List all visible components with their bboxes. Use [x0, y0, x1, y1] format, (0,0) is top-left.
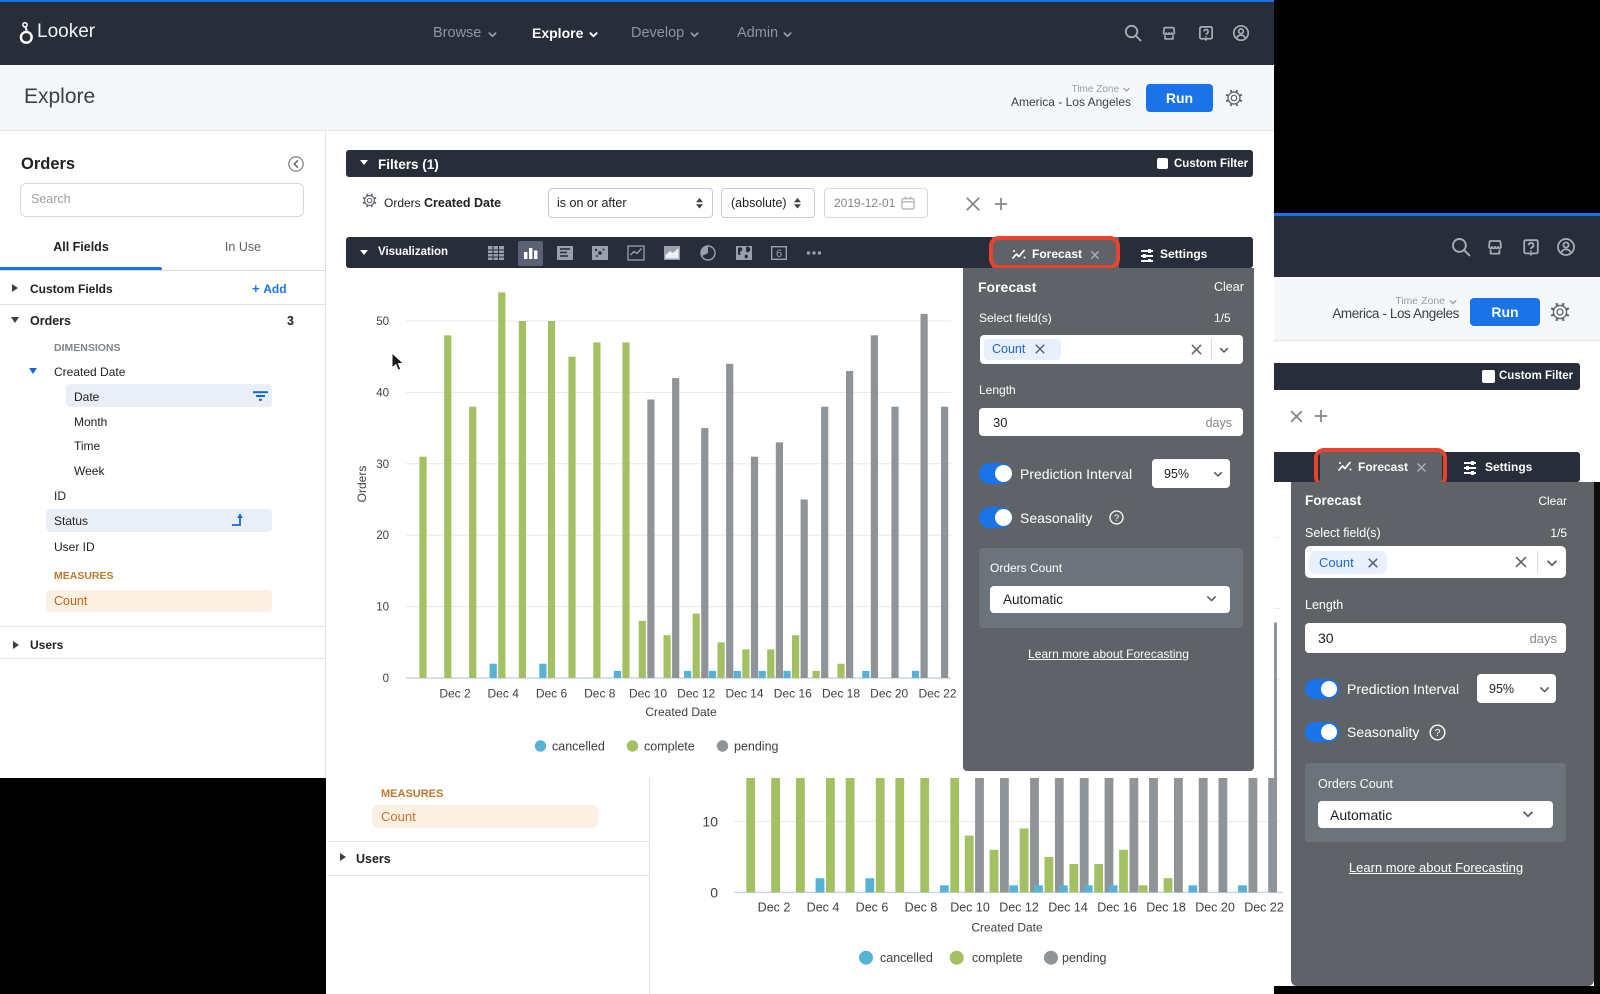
svg-text:Dec 14: Dec 14	[1048, 901, 1088, 915]
svg-text:pending: pending	[734, 740, 779, 754]
svg-text:Dec 20: Dec 20	[1195, 901, 1235, 915]
svg-text:Dec 8: Dec 8	[584, 687, 616, 701]
svg-text:Dec 22: Dec 22	[918, 687, 956, 701]
svg-text:Dec 10: Dec 10	[950, 901, 990, 915]
svg-text:?: ?	[1435, 727, 1441, 739]
svg-text:30: 30	[376, 459, 389, 471]
svg-text:?: ?	[1114, 513, 1119, 524]
svg-text:Dec 10: Dec 10	[629, 687, 667, 701]
svg-text:pending: pending	[1062, 951, 1107, 965]
svg-text:Created Date: Created Date	[971, 921, 1043, 935]
svg-text:10: 10	[702, 813, 718, 829]
svg-text:cancelled: cancelled	[880, 951, 933, 965]
svg-text:cancelled: cancelled	[552, 740, 605, 754]
svg-text:complete: complete	[644, 740, 695, 754]
svg-text:Dec 8: Dec 8	[905, 901, 938, 915]
svg-text:Dec 20: Dec 20	[870, 687, 908, 701]
svg-text:0: 0	[383, 673, 389, 685]
svg-text:0: 0	[710, 884, 718, 900]
svg-text:40: 40	[376, 387, 389, 399]
svg-text:Dec 2: Dec 2	[758, 901, 791, 915]
svg-text:Dec 18: Dec 18	[1146, 901, 1186, 915]
svg-text:Dec 16: Dec 16	[774, 687, 812, 701]
svg-text:Created Date: Created Date	[645, 705, 717, 719]
svg-text:Orders: Orders	[355, 466, 369, 503]
svg-text:Dec 2: Dec 2	[439, 687, 471, 701]
svg-text:complete: complete	[972, 951, 1023, 965]
svg-text:Dec 12: Dec 12	[677, 687, 715, 701]
svg-text:20: 20	[376, 530, 389, 542]
svg-text:Dec 14: Dec 14	[725, 687, 763, 701]
svg-text:Dec 18: Dec 18	[822, 687, 860, 701]
svg-text:50: 50	[376, 316, 389, 328]
svg-text:Dec 4: Dec 4	[807, 901, 840, 915]
svg-text:Dec 4: Dec 4	[488, 687, 520, 701]
svg-text:Dec 6: Dec 6	[536, 687, 568, 701]
svg-text:Dec 12: Dec 12	[999, 901, 1039, 915]
svg-text:Dec 22: Dec 22	[1244, 901, 1284, 915]
svg-text:10: 10	[376, 602, 389, 614]
svg-text:Dec 16: Dec 16	[1097, 901, 1137, 915]
svg-text:Dec 6: Dec 6	[856, 901, 889, 915]
